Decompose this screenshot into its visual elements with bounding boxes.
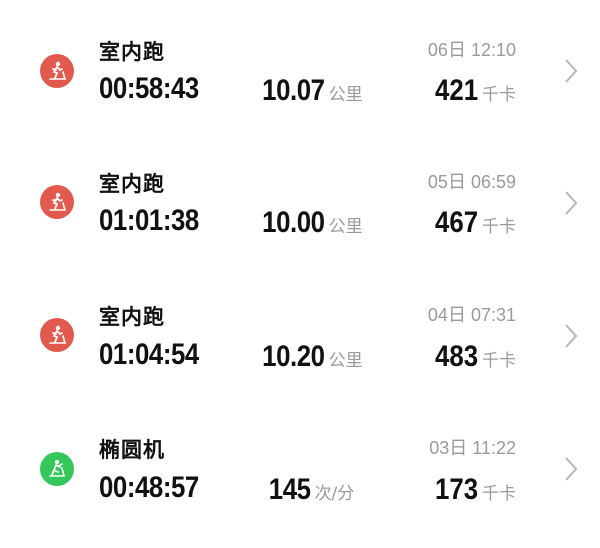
activity-metric: 145 次/分 xyxy=(262,473,354,507)
activity-calories: 483 千卡 xyxy=(428,340,516,374)
calories-value: 173 xyxy=(434,473,478,506)
chevron-right-icon[interactable] xyxy=(563,58,579,84)
chevron-right-icon[interactable] xyxy=(563,456,579,482)
chevron-right-icon[interactable] xyxy=(563,323,579,349)
activity-duration: 01:04:54 xyxy=(99,338,199,371)
activity-type: 室内跑 xyxy=(99,172,165,196)
activity-datetime: 06日 12:10 xyxy=(427,40,516,60)
metric-value: 145 xyxy=(268,473,311,506)
activity-calories: 467 千卡 xyxy=(428,206,516,240)
calories-unit: 千卡 xyxy=(482,217,516,237)
activity-row[interactable]: 室内跑 05日 06:59 01:01:38 10.00 公里 467 千卡 xyxy=(0,152,600,262)
metric-unit: 次/分 xyxy=(314,484,355,504)
activity-duration: 01:01:38 xyxy=(99,204,199,237)
activity-row[interactable]: 室内跑 06日 12:10 00:58:43 10.07 公里 421 千卡 xyxy=(0,18,600,128)
treadmill-icon xyxy=(40,318,74,352)
activity-type: 室内跑 xyxy=(99,305,165,329)
calories-value: 467 xyxy=(434,206,478,239)
metric-unit: 公里 xyxy=(328,217,363,237)
activity-calories: 421 千卡 xyxy=(428,74,516,108)
metric-unit: 公里 xyxy=(328,85,363,105)
activity-datetime: 05日 06:59 xyxy=(427,172,516,192)
calories-unit: 千卡 xyxy=(482,85,516,105)
activity-row[interactable]: 室内跑 04日 07:31 01:04:54 10.20 公里 483 千卡 xyxy=(0,285,600,395)
activity-datetime: 04日 07:31 xyxy=(427,305,516,325)
metric-unit: 公里 xyxy=(328,351,363,371)
treadmill-icon xyxy=(40,185,74,219)
elliptical-icon xyxy=(40,452,74,486)
calories-value: 483 xyxy=(434,340,478,373)
activity-duration: 00:58:43 xyxy=(99,72,199,105)
treadmill-icon xyxy=(40,54,74,88)
activity-metric: 10.00 公里 xyxy=(252,206,363,240)
activity-datetime: 03日 11:22 xyxy=(429,438,516,458)
activity-type: 室内跑 xyxy=(99,40,165,64)
calories-value: 421 xyxy=(434,74,478,107)
activity-calories: 173 千卡 xyxy=(428,473,516,507)
metric-value: 10.00 xyxy=(262,206,325,239)
metric-value: 10.07 xyxy=(262,74,325,107)
chevron-right-icon[interactable] xyxy=(563,190,579,216)
activity-metric: 10.07 公里 xyxy=(252,74,363,108)
metric-value: 10.20 xyxy=(262,340,325,373)
calories-unit: 千卡 xyxy=(482,484,516,504)
calories-unit: 千卡 xyxy=(482,351,516,371)
activity-type: 椭圆机 xyxy=(99,438,165,462)
activity-duration: 00:48:57 xyxy=(99,471,199,504)
activity-metric: 10.20 公里 xyxy=(252,340,363,374)
activity-row[interactable]: 椭圆机 03日 11:22 00:48:57 145 次/分 173 千卡 xyxy=(0,418,600,528)
